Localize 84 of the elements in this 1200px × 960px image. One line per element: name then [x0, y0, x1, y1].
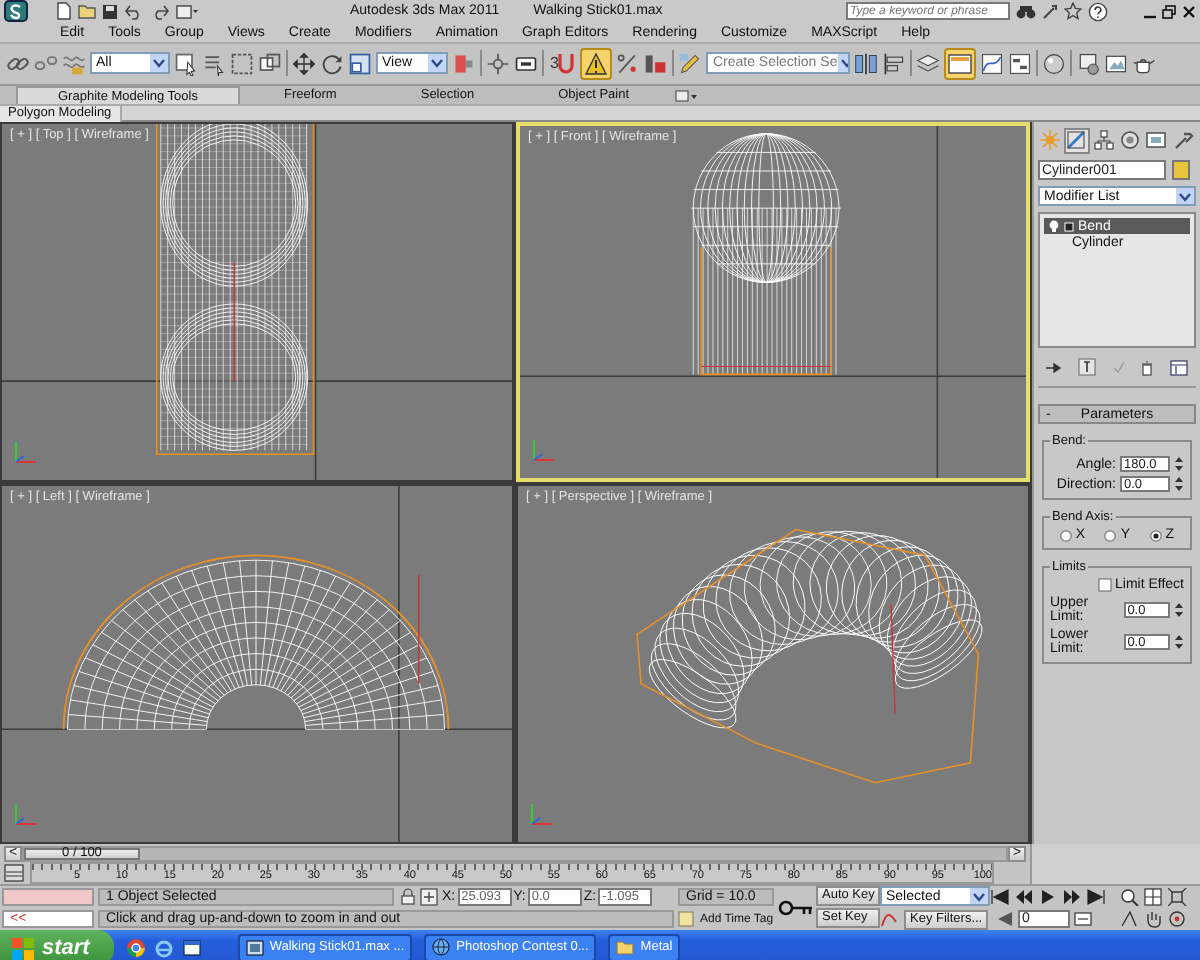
help-icon[interactable]	[1088, 1, 1108, 21]
layers-icon[interactable]	[916, 51, 941, 75]
monitor-icon	[1146, 130, 1167, 150]
dropdown-arrow-icon[interactable]	[1176, 188, 1194, 204]
rotate-icon[interactable]	[320, 51, 344, 75]
spinner-arrows-icon[interactable]	[1174, 476, 1184, 492]
keyboard-icon[interactable]	[514, 51, 538, 75]
scale-icon[interactable]	[348, 51, 372, 75]
globe-icon	[432, 938, 451, 958]
restore-icon[interactable]	[1162, 3, 1176, 19]
object-color-swatch[interactable]	[1172, 160, 1190, 180]
percent-snap-icon[interactable]	[616, 51, 641, 75]
script-listener-field[interactable]	[2, 888, 94, 906]
wheel-icon	[1120, 130, 1141, 150]
dropdown-arrow-icon[interactable]	[150, 54, 168, 72]
spinner-arrows-icon[interactable]	[1174, 602, 1184, 618]
redo-icon[interactable]	[150, 3, 170, 19]
star-icon[interactable]	[1064, 2, 1082, 20]
pin-icon[interactable]	[1044, 359, 1062, 375]
checkbox[interactable]	[1097, 578, 1111, 592]
hierarchy-icon	[1093, 130, 1114, 150]
radio-button[interactable]	[1059, 529, 1072, 541]
trash-icon[interactable]	[1140, 359, 1154, 375]
star-burst-icon	[1040, 130, 1061, 150]
spinner-arrows-icon[interactable]	[1174, 634, 1184, 650]
expand-box-icon[interactable]	[1064, 221, 1074, 231]
manipulate-icon[interactable]	[486, 51, 510, 75]
go-to-start-icon[interactable]	[990, 888, 1010, 906]
broken-chain-icon[interactable]	[34, 51, 58, 75]
material-sphere-icon[interactable]	[1042, 51, 1067, 75]
lock-icon[interactable]	[398, 888, 418, 906]
pencil-icon[interactable]	[678, 51, 703, 75]
ribbon-options-icon[interactable]	[673, 87, 698, 103]
magnet-icon	[558, 51, 575, 75]
radio-button[interactable]	[1149, 529, 1162, 541]
dropdown-arrow-icon[interactable]	[428, 54, 446, 72]
binoculars-icon[interactable]	[1016, 3, 1036, 19]
go-to-end-icon[interactable]	[1086, 888, 1106, 906]
command-panel-tab[interactable]	[1171, 127, 1196, 153]
command-panel-tab[interactable]	[1117, 127, 1143, 153]
ribbon-icon[interactable]	[946, 49, 975, 77]
folder-icon	[616, 938, 635, 958]
spinner-arrows-icon[interactable]	[1174, 456, 1184, 472]
undo-icon[interactable]	[124, 3, 144, 19]
app-logo-icon[interactable]	[4, 0, 28, 22]
command-panel-tab[interactable]	[1091, 127, 1116, 153]
hammer-icon	[1173, 130, 1194, 150]
axis-tripod-icon	[14, 802, 38, 826]
window-icon[interactable]	[181, 938, 202, 958]
next-key-icon[interactable]	[1062, 888, 1082, 906]
curve-editor-toggle-icon[interactable]	[4, 864, 24, 882]
axis-tripod-icon	[532, 438, 556, 462]
zoom-all-icon[interactable]	[1143, 888, 1163, 906]
command-panel-tab[interactable]	[1064, 127, 1090, 153]
align-icon[interactable]	[882, 51, 907, 75]
close-icon[interactable]	[1182, 3, 1196, 19]
snap-toggle[interactable]: 3	[548, 49, 577, 77]
key-icon[interactable]	[778, 898, 814, 918]
dashed-rectangle-icon[interactable]	[230, 51, 254, 75]
zoom-extents-icon[interactable]	[1167, 888, 1187, 906]
dropdown-arrow-icon[interactable]	[970, 888, 988, 904]
squiggle-icon[interactable]	[62, 51, 86, 75]
play-icon[interactable]	[1038, 888, 1058, 906]
window-icon	[245, 938, 264, 958]
rendered-frame-icon[interactable]	[1104, 51, 1129, 75]
move-icon[interactable]	[292, 51, 316, 75]
radio-button[interactable]	[1104, 529, 1117, 541]
lightbulb-icon[interactable]	[1048, 220, 1060, 232]
previous-key-icon[interactable]	[1014, 888, 1034, 906]
curve-editor-icon[interactable]	[980, 51, 1005, 75]
zoom-icon[interactable]	[1119, 888, 1139, 906]
save-icon[interactable]	[102, 3, 118, 19]
windows-logo-icon	[12, 937, 34, 959]
mirror-icon[interactable]	[854, 51, 879, 75]
orbit-icon[interactable]	[1167, 910, 1187, 928]
select-by-name-icon[interactable]	[202, 51, 226, 75]
new-file-icon[interactable]	[56, 2, 72, 20]
pan-hand-icon[interactable]	[1143, 910, 1163, 928]
axis-tripod-icon	[14, 440, 38, 464]
modifier-icon	[1066, 130, 1087, 150]
select-object-icon[interactable]	[174, 51, 198, 75]
axis-tripod-icon	[530, 802, 554, 826]
window-crossing-icon[interactable]	[258, 51, 282, 75]
command-panel-tab[interactable]	[1144, 127, 1170, 153]
